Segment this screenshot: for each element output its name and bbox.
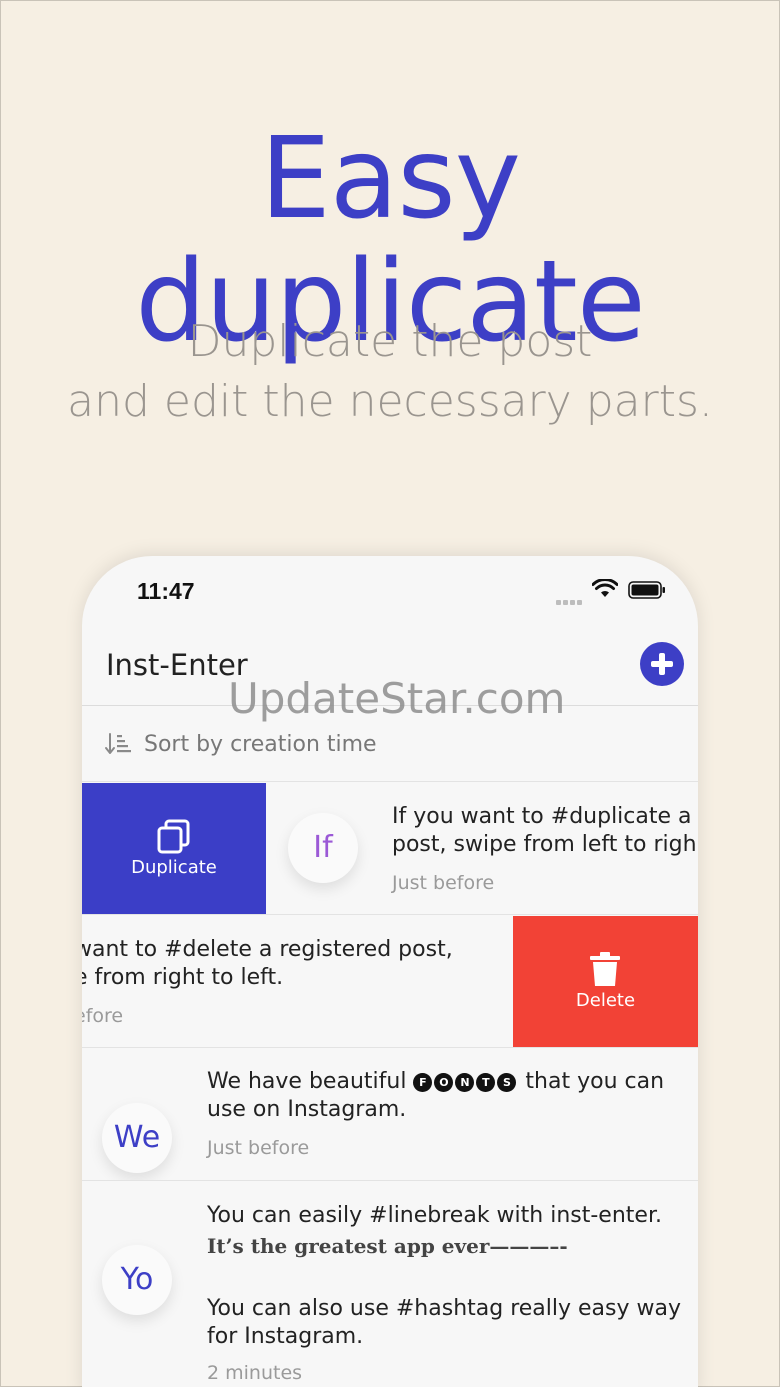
cellular-signal-icon: [556, 592, 584, 605]
sort-bar[interactable]: Sort by creation time: [82, 708, 698, 782]
hero-subtitle-line-1: Duplicate the post: [187, 316, 593, 367]
hero-subtitle-line-2: and edit the necessary parts.: [67, 376, 713, 427]
post-text-part: We have beautiful: [207, 1069, 414, 1094]
post-row[interactable]: We We have beautiful FONTS that you can …: [82, 1049, 698, 1181]
post-text-line-1: We have beautiful FONTS that you can: [207, 1068, 664, 1096]
duplicate-label: Duplicate: [131, 857, 217, 878]
post-text-line-2: post, swipe from left to righ: [392, 832, 697, 857]
battery-icon: [628, 581, 665, 599]
post-text-line-2: e from right to left.: [82, 965, 284, 990]
post-row-delete-swipe[interactable]: want to #delete a registered post, e fro…: [82, 916, 698, 1048]
trash-icon: [590, 952, 620, 986]
post-text-line-2-fancy-font: It’s the greatest app ever———–-: [207, 1234, 568, 1258]
post-text-part: that you can: [518, 1069, 665, 1094]
fonts-badge-letter: N: [455, 1073, 475, 1092]
post-time: Just before: [207, 1137, 310, 1159]
duplicate-button[interactable]: Duplicate: [82, 783, 266, 914]
post-time: efore: [82, 1005, 124, 1027]
status-time: 11:47: [137, 578, 195, 604]
nav-title: Inst-Enter: [106, 648, 248, 682]
hero-subtitle: Duplicate the post and edit the necessar…: [0, 312, 780, 432]
post-row[interactable]: Yo You can easily #linebreak with inst-e…: [82, 1182, 698, 1387]
avatar: We: [102, 1103, 172, 1173]
fonts-badge-letter: T: [476, 1073, 496, 1092]
post-time: Just before: [392, 872, 495, 894]
phone-mockup: 11:47 Inst-Enter UpdateStar.com Sort by …: [82, 556, 698, 1387]
delete-label: Delete: [575, 990, 636, 1011]
post-text-line-4: for Instagram.: [207, 1324, 364, 1349]
post-text-line-3: You can also use #hashtag really easy wa…: [207, 1296, 681, 1321]
sort-descending-icon: [105, 733, 131, 754]
post-row-duplicate-swipe[interactable]: Duplicate If If you want to #duplicate a…: [82, 783, 698, 915]
fonts-badge-letter: O: [434, 1073, 454, 1092]
duplicate-icon: [157, 819, 190, 854]
avatar: If: [288, 813, 358, 883]
fonts-badge-letter: F: [413, 1073, 433, 1092]
delete-button[interactable]: Delete: [513, 916, 698, 1047]
fonts-badge-letter: S: [497, 1073, 517, 1092]
wifi-icon: [592, 579, 618, 597]
post-time: 2 minutes: [207, 1362, 303, 1384]
post-text-line-2: use on Instagram.: [207, 1097, 407, 1122]
avatar: Yo: [102, 1245, 172, 1315]
add-post-button[interactable]: [640, 642, 684, 686]
post-text-line-1: If you want to #duplicate a r: [392, 804, 698, 829]
sort-label: Sort by creation time: [144, 732, 377, 757]
post-text-line-1: You can easily #linebreak with inst-ente…: [207, 1203, 662, 1228]
status-bar: 11:47: [82, 556, 698, 626]
post-text-line-1: want to #delete a registered post,: [82, 937, 453, 962]
